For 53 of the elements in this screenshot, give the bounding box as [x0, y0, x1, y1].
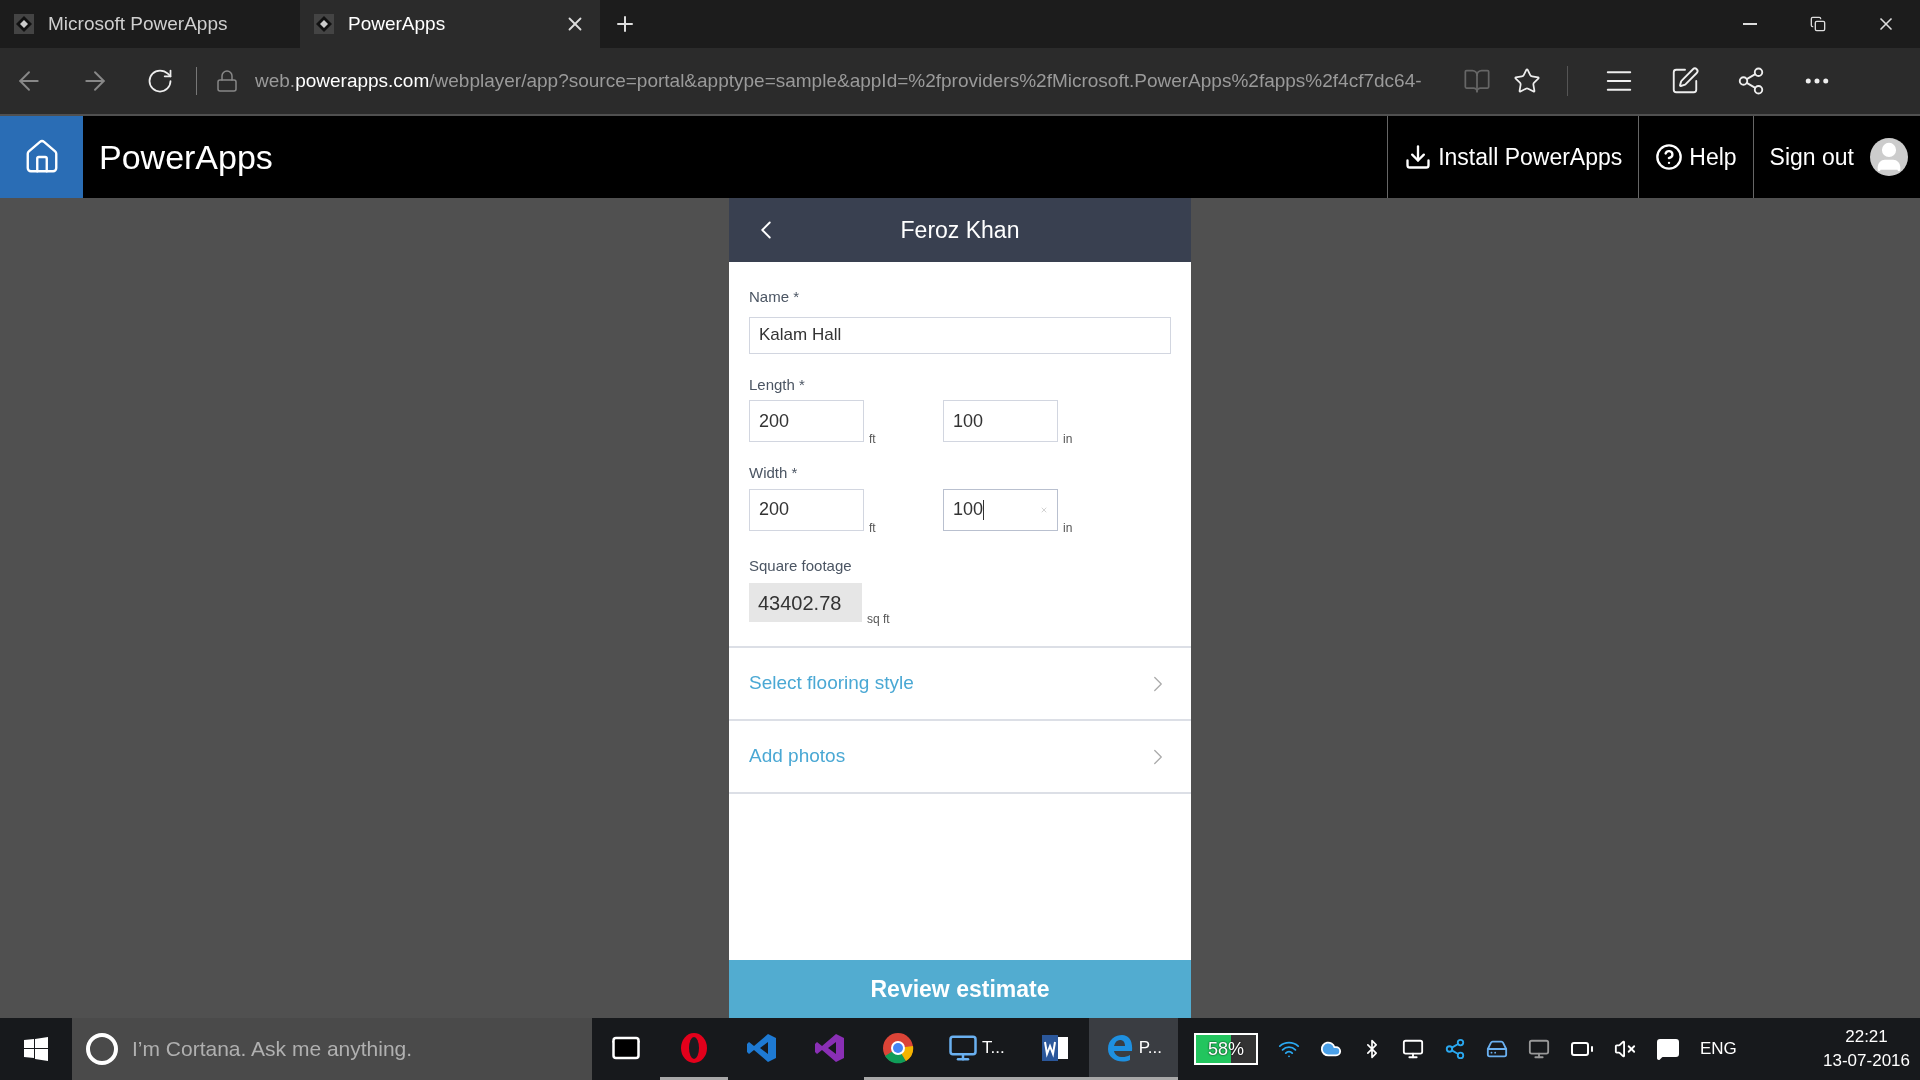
- language-indicator[interactable]: ENG: [1700, 1036, 1737, 1062]
- unit-label: in: [1063, 431, 1073, 448]
- unit-label: ft: [869, 431, 877, 448]
- app-logo-icon: [314, 14, 334, 34]
- app-logo-icon: [14, 14, 34, 34]
- code-editor-icon: [746, 1031, 778, 1064]
- drive-icon[interactable]: [1486, 1038, 1508, 1060]
- display-icon[interactable]: [1402, 1038, 1424, 1060]
- app-title: PowerApps: [99, 136, 273, 178]
- unit-label: in: [1063, 519, 1073, 537]
- input-field[interactable]: 200: [749, 400, 864, 442]
- result-field: 43402.78: [749, 583, 862, 622]
- word-icon: [1039, 1032, 1070, 1063]
- input-field[interactable]: 200: [749, 488, 864, 531]
- chrome-icon: [882, 1031, 914, 1064]
- help-icon: [1655, 143, 1684, 171]
- computer-icon[interactable]: [1528, 1038, 1550, 1060]
- clock[interactable]: 22:21 13-07-2016: [1823, 1025, 1910, 1073]
- sign-out-button[interactable]: Sign out: [1752, 116, 1870, 198]
- unit-label: ft: [869, 519, 877, 537]
- input-field[interactable]: 100: [943, 400, 1058, 442]
- mute-icon[interactable]: [1614, 1038, 1636, 1060]
- input-field[interactable]: 100: [943, 488, 1058, 531]
- share-icon[interactable]: [1736, 66, 1766, 96]
- browser-tab[interactable]: PowerApps: [300, 0, 600, 48]
- taskbar-app[interactable]: T...: [932, 1018, 1021, 1080]
- unit-label: sq ft: [867, 611, 890, 628]
- field-label: Square footage: [749, 555, 853, 576]
- field-label: Length *: [749, 374, 806, 395]
- opera-icon: [679, 1031, 709, 1064]
- visual-studio-icon: [814, 1031, 846, 1064]
- web-note-icon[interactable]: [1670, 66, 1700, 96]
- restore-icon: [1810, 16, 1826, 32]
- windows-logo-icon: [24, 1037, 48, 1061]
- taskbar-app[interactable]: P...: [1088, 1018, 1178, 1080]
- search-field[interactable]: I’m Cortana. Ask me anything.: [72, 1018, 592, 1080]
- input-field[interactable]: Kalam Hall: [749, 316, 1171, 354]
- lock-icon: [215, 69, 239, 93]
- help-button[interactable]: Help: [1638, 116, 1753, 198]
- cortana-icon: [86, 1033, 118, 1065]
- notifications-icon[interactable]: [1656, 1037, 1680, 1061]
- avatar-icon[interactable]: [1870, 138, 1908, 176]
- download-icon: [1404, 143, 1433, 171]
- field-label: Name *: [749, 287, 801, 307]
- reading-view-icon[interactable]: [1463, 67, 1491, 95]
- screen-title: Feroz Khan: [899, 215, 1021, 245]
- text-cursor: [983, 499, 985, 520]
- home-button[interactable]: [0, 116, 83, 198]
- refresh-icon[interactable]: [146, 67, 174, 95]
- field-label: Width *: [749, 463, 799, 483]
- minimize-icon: [1743, 23, 1757, 25]
- favorite-icon[interactable]: [1513, 67, 1541, 95]
- install-button[interactable]: Install PowerApps: [1387, 116, 1639, 198]
